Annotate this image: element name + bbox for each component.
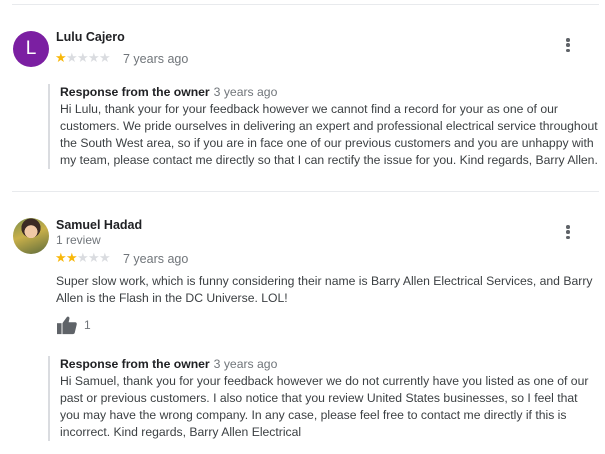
- reviewer-name[interactable]: Samuel Hadad: [56, 218, 142, 232]
- review-time: 7 years ago: [123, 52, 189, 66]
- owner-response: Response from the owner 3 years ago Hi Lu…: [48, 84, 598, 169]
- owner-response-header: Response from the owner 3 years ago: [60, 84, 598, 101]
- owner-response-text: Hi Samuel, thank you for your feedback h…: [60, 374, 589, 439]
- review-text: Super slow work, which is funny consider…: [56, 274, 593, 305]
- owner-response-time: 3 years ago: [213, 85, 278, 99]
- star-icon: ★: [99, 250, 111, 265]
- owner-response-time: 3 years ago: [213, 357, 278, 371]
- more-vert-icon[interactable]: [560, 36, 576, 54]
- star-icon: ★: [77, 250, 89, 265]
- owner-response-text: Hi Lulu, thank your for your feedback ho…: [60, 102, 598, 167]
- owner-response-label: Response from the owner: [60, 85, 210, 99]
- owner-response-label: Response from the owner: [60, 357, 210, 371]
- star-icon: ★: [55, 50, 67, 65]
- like-count: 1: [84, 318, 91, 332]
- owner-response: Response from the owner 3 years ago Hi Sa…: [48, 356, 598, 441]
- more-vert-icon[interactable]: [560, 223, 576, 241]
- star-icon: ★: [99, 50, 111, 65]
- top-divider: [12, 4, 599, 5]
- avatar[interactable]: L: [13, 31, 49, 67]
- rating-stars: ★ ★ ★ ★ ★: [55, 250, 111, 265]
- reviewer-name[interactable]: Lulu Cajero: [56, 30, 125, 44]
- thumb-up-icon: [57, 316, 77, 335]
- star-icon: ★: [88, 50, 100, 65]
- star-icon: ★: [77, 50, 89, 65]
- star-icon: ★: [66, 250, 78, 265]
- owner-response-header: Response from the owner 3 years ago: [60, 356, 598, 373]
- rating-stars: ★ ★ ★ ★ ★: [55, 50, 111, 65]
- review-divider: [12, 191, 599, 192]
- review-time: 7 years ago: [123, 252, 189, 266]
- star-icon: ★: [55, 250, 67, 265]
- review-count[interactable]: 1 review: [56, 233, 101, 247]
- like-button[interactable]: 1: [56, 315, 91, 335]
- star-icon: ★: [66, 50, 78, 65]
- star-icon: ★: [88, 250, 100, 265]
- avatar[interactable]: [13, 218, 49, 254]
